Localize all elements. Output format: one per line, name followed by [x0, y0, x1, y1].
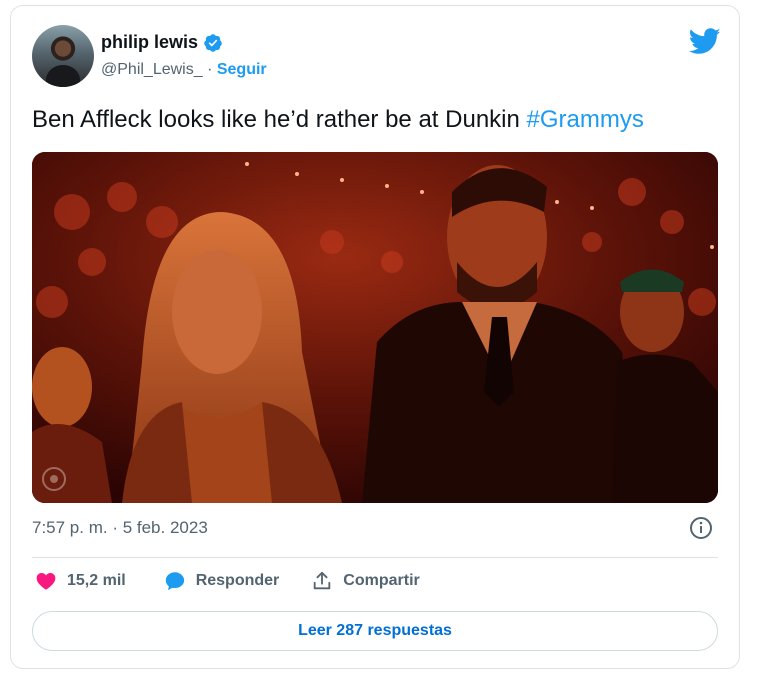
reply-bubble-icon — [165, 572, 184, 591]
tweet-card: philip lewis @Phil_Lewis_ · Seguir Ben A… — [10, 5, 740, 669]
tweet-media[interactable] — [32, 152, 718, 503]
share-label: Compartir — [343, 572, 420, 589]
divider — [32, 557, 718, 558]
follow-button[interactable]: Seguir — [217, 61, 267, 78]
tweet-actions: 15,2 mil Responder Compartir — [35, 570, 420, 592]
photo — [32, 152, 718, 503]
twitter-bird-icon[interactable] — [689, 28, 721, 55]
like-count: 15,2 mil — [67, 572, 126, 589]
read-replies-label: Leer 287 respuestas — [298, 622, 452, 639]
avatar[interactable] — [32, 25, 94, 87]
share-icon — [314, 571, 331, 590]
author-name[interactable]: philip lewis — [101, 32, 198, 53]
author-name-row: philip lewis — [101, 32, 223, 53]
tweet-body: Ben Affleck looks like he’d rather be at… — [32, 106, 527, 133]
read-replies-button[interactable]: Leer 287 respuestas — [32, 611, 718, 651]
reply-button[interactable]: Responder — [164, 570, 280, 592]
author-handle[interactable]: @Phil_Lewis_ — [101, 61, 203, 78]
reply-label: Responder — [195, 572, 280, 589]
hashtag-link[interactable]: #Grammys — [527, 106, 644, 133]
network-logo-icon — [42, 467, 66, 491]
author-handle-row: @Phil_Lewis_ · Seguir — [101, 61, 267, 79]
handle-separator: · — [202, 61, 217, 78]
share-button[interactable]: Compartir — [311, 570, 420, 592]
heart-icon — [36, 573, 56, 590]
verified-badge-icon — [204, 33, 222, 52]
info-icon[interactable] — [689, 516, 713, 540]
tweet-timestamp[interactable]: 7:57 p. m. · 5 feb. 2023 — [32, 518, 208, 538]
tweet-text: Ben Affleck looks like he’d rather be at… — [32, 106, 644, 134]
like-button[interactable]: 15,2 mil — [35, 570, 126, 592]
